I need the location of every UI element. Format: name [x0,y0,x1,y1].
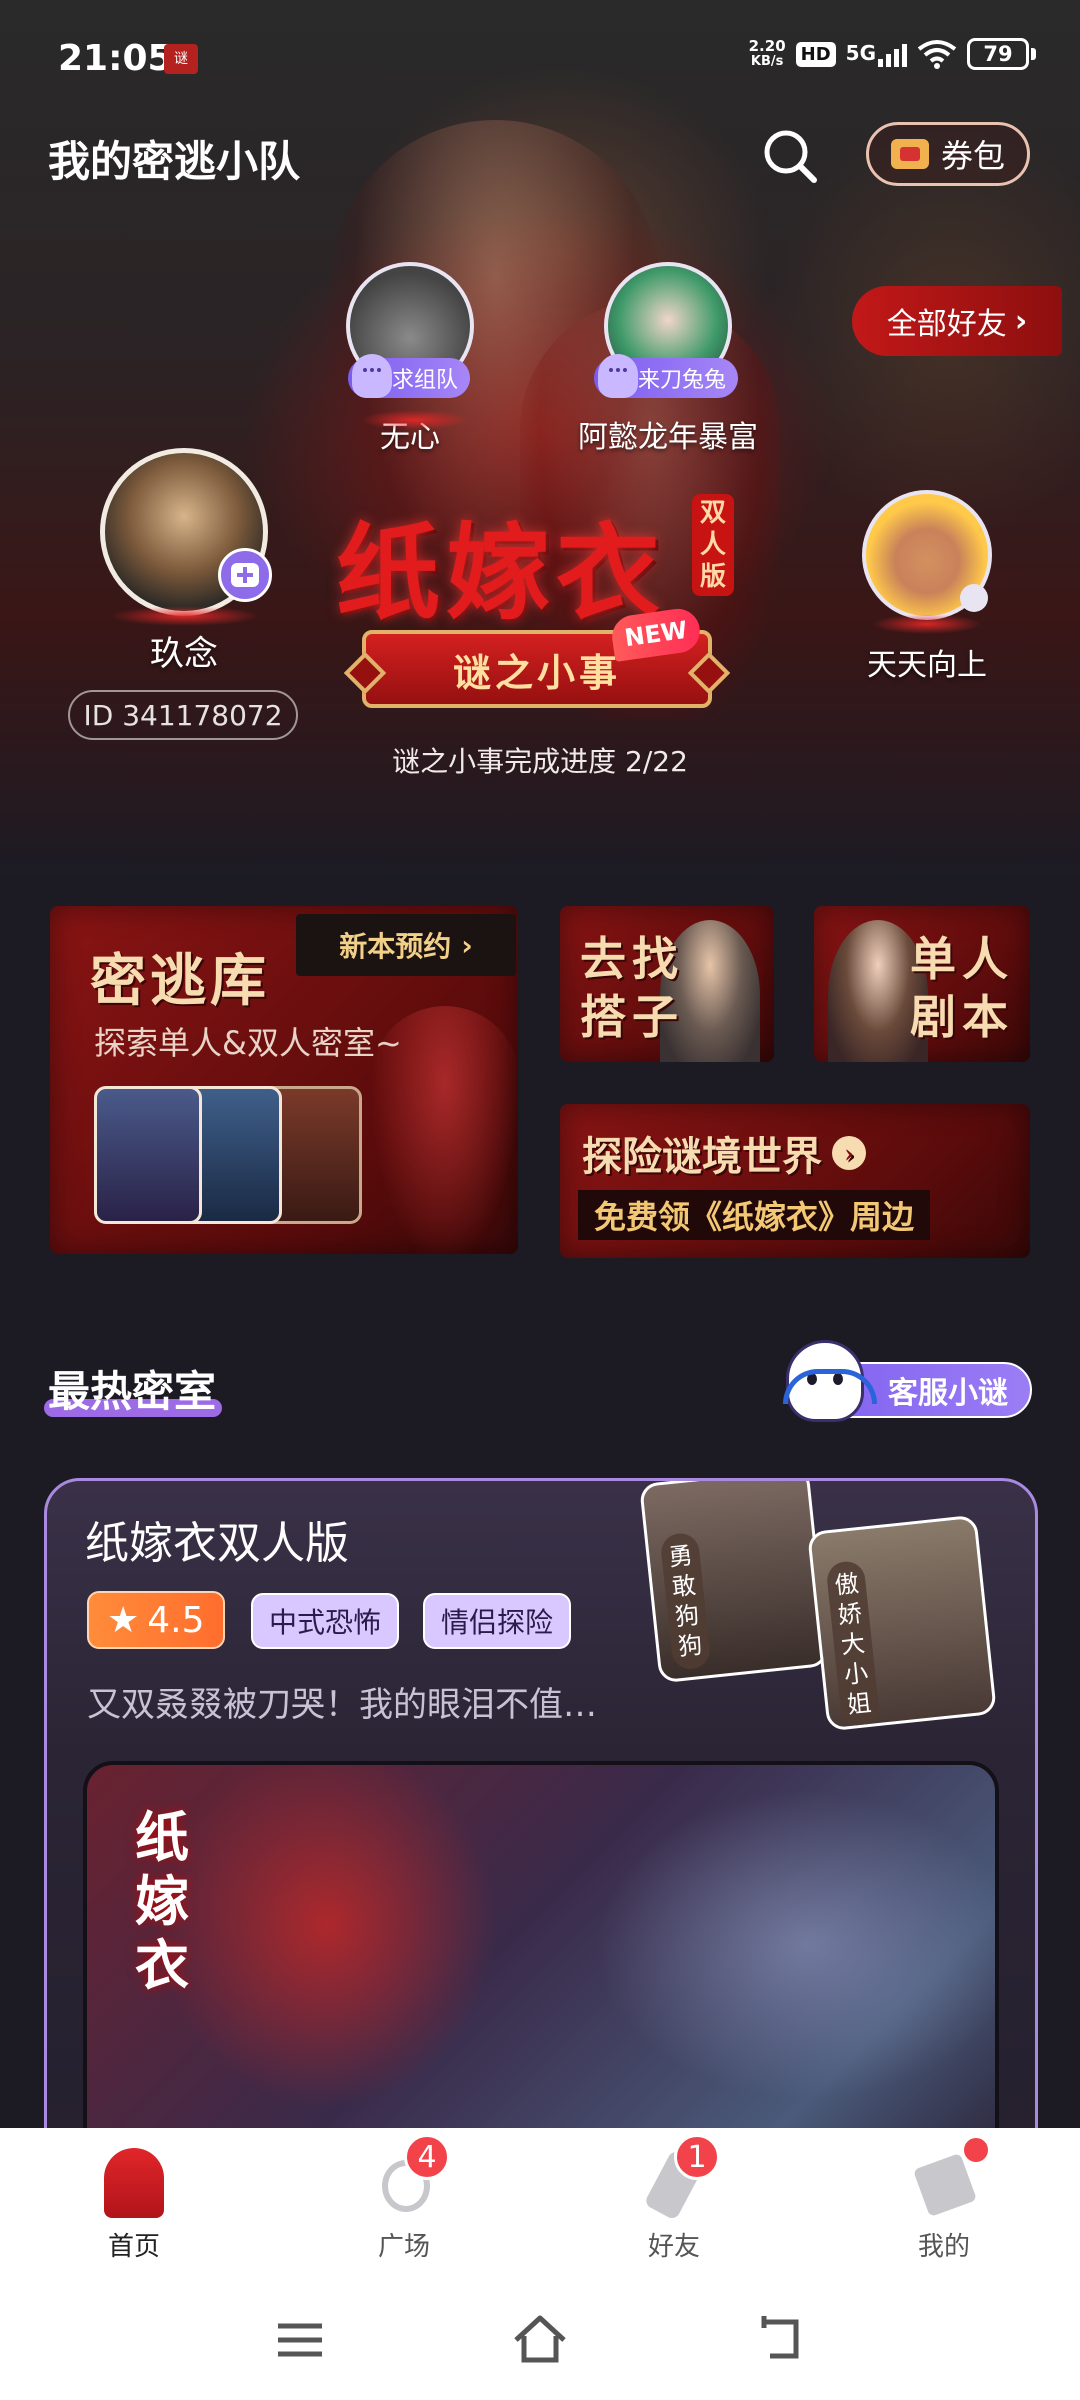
featured-game-title: 纸嫁衣 [336,511,667,634]
ticket-icon [890,139,929,169]
mascot-headset-icon[interactable] [783,1340,877,1422]
home-icon [94,2140,174,2220]
notification-count-badge: 1 [674,2134,720,2180]
room-description: 又双叒叕被刀哭！我的眼泪不值… [87,1685,597,1725]
avatar-glow [872,614,982,634]
solo-script-card[interactable]: 单人 剧本 [814,906,1030,1062]
explore-subtitle: 免费领《纸嫁衣》周边 [578,1190,931,1240]
hd-icon: HD [795,41,836,67]
tab-square[interactable]: 4 广场 [334,2134,474,2263]
all-friends-button[interactable]: 全部好友 › [852,286,1062,356]
app-notification-icon: 谜 [164,44,198,74]
coupon-label: 券包 [940,137,1005,175]
tab-mine[interactable]: 我的 [874,2138,1014,2263]
character-label: 勇敢狗狗 [659,1531,712,1671]
ghost-icon [598,354,638,398]
phone-icon: 1 [634,2134,720,2221]
back-button[interactable] [750,2310,810,2370]
page-title: 我的密逃小队 [43,128,307,189]
all-friends-label: 全部好友 [886,307,1007,342]
cellular-signal-icon: 5G [846,41,907,67]
friend-status-tag: 来刀兔兔 [594,354,739,398]
solo-script-title: 单人 剧本 [910,932,1014,1044]
friend-status-tag: 求组队 [348,354,471,398]
menu-icon [278,2323,322,2357]
online-dot [960,584,988,612]
notification-count-badge: 4 [404,2134,450,2180]
new-book-reserve-button[interactable]: 新本预约 › [296,914,516,976]
room-banner-image[interactable]: 纸嫁衣 [83,1761,999,2175]
star-icon: ★ [107,1599,140,1641]
status-icons: 2.20 KB/s HD 5G 79 [749,38,1036,70]
status-time: 21:05 [58,38,173,79]
avatar-glow [110,606,260,626]
character-label: 傲娇大小姐 [825,1559,881,1729]
add-member-button[interactable] [218,548,272,602]
chevron-right-icon: › [1014,303,1028,339]
chevron-right-icon: › [832,1136,866,1170]
square-icon: 4 [364,2134,450,2220]
friend-name: 天天向上 [867,648,987,683]
search-icon [764,130,817,183]
hot-rooms-title: 最热密室 [43,1358,223,1419]
my-name: 玖念 [150,634,218,674]
wifi-icon [917,40,957,69]
tab-friends[interactable]: 1 好友 [604,2134,744,2263]
notification-dot [964,2138,988,2162]
edition-badge: 双人版 [692,494,734,596]
mystery-progress-text: 谜之小事完成进度 2/22 [392,745,688,778]
search-button[interactable] [760,126,820,186]
room-tag: 中式恐怖 [251,1593,400,1649]
coupon-button[interactable]: 券包 [866,122,1030,186]
find-partner-card[interactable]: 去找 搭子 [560,906,774,1062]
explore-title: 探险谜境世界 › [582,1124,866,1182]
menu-button[interactable] [270,2310,330,2370]
find-partner-title: 去找 搭子 [580,932,684,1044]
library-covers [94,1086,362,1224]
library-title: 密逃库 [90,948,270,1014]
add-icon [231,563,259,587]
friend-name: 阿懿龙年暴富 [578,420,758,455]
banner-logo: 纸嫁衣 [135,1805,189,1997]
library-subtitle: 探索单人&双人密室~ [94,1024,402,1062]
tab-home[interactable]: 首页 [64,2140,204,2263]
chevron-right-icon: › [461,928,473,962]
room-tag: 情侣探险 [423,1593,572,1649]
home-outline-icon [514,2315,566,2363]
explore-world-card[interactable]: 探险谜境世界 › 免费领《纸嫁衣》周边 [560,1104,1030,1258]
character-card: 勇敢狗狗 [639,1481,829,1684]
home-nav-button[interactable] [510,2310,570,2370]
room-title: 纸嫁衣双人版 [85,1518,349,1569]
profile-ticket-icon [904,2138,988,2220]
rating-badge: ★ 4.5 [87,1591,225,1649]
ghost-icon [352,354,392,398]
character-card: 傲娇大小姐 [807,1514,997,1732]
back-icon [761,2316,799,2359]
room-card[interactable]: 纸嫁衣双人版 ★ 4.5 中式恐怖 情侣探险 又双叒叕被刀哭！我的眼泪不值… 勇… [44,1478,1038,2178]
battery-icon: 79 [967,38,1036,70]
avatar-glow [360,410,470,430]
net-speed: 2.20 KB/s [748,37,786,69]
my-id-badge: ID 341178072 [68,690,298,740]
escape-library-card[interactable]: 密逃库 探索单人&双人密室~ 新本预约 › [50,906,518,1254]
cover-image [94,1086,202,1224]
